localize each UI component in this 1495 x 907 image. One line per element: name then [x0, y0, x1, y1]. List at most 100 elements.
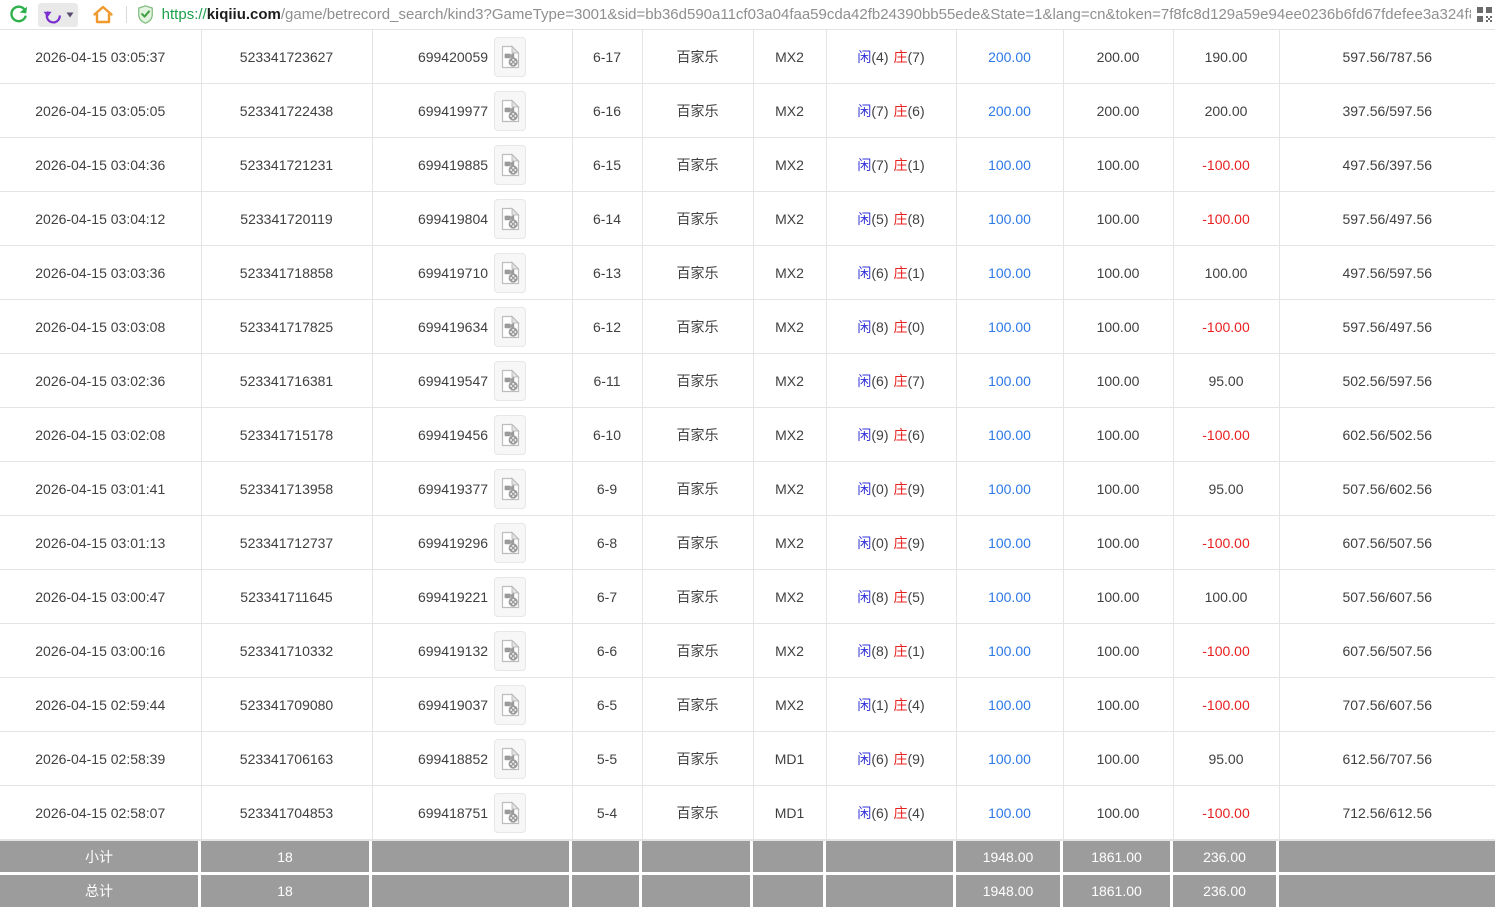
- shoe-round: 6-10: [572, 408, 642, 462]
- shoe-round: 6-6: [572, 624, 642, 678]
- player-label: 闲: [857, 265, 871, 281]
- round-id: 699419456: [418, 427, 488, 443]
- video-replay-button[interactable]: [494, 37, 526, 77]
- bet-id: 523341715178: [201, 408, 372, 462]
- bet-id: 523341713958: [201, 462, 372, 516]
- win-loss: 95.00: [1173, 462, 1279, 516]
- total-count: 18: [201, 875, 372, 907]
- video-replay-button[interactable]: [494, 631, 526, 671]
- browser-toolbar: https://kiqiiu.com/game/betrecord_search…: [0, 0, 1495, 30]
- player-label: 闲: [857, 103, 871, 119]
- home-button[interactable]: [90, 2, 116, 28]
- game-name: 百家乐: [642, 246, 753, 300]
- video-replay-button[interactable]: [494, 91, 526, 131]
- player-label: 闲: [857, 751, 871, 767]
- shoe-round: 6-14: [572, 192, 642, 246]
- bet-time: 2026-04-15 03:05:05: [0, 84, 201, 138]
- banker-label: 庄: [894, 805, 908, 821]
- total-row: 总计 18 1948.00 1861.00 236.00: [0, 875, 1495, 907]
- round-cell: 699418852: [372, 732, 572, 786]
- video-replay-button[interactable]: [494, 577, 526, 617]
- video-replay-icon: [501, 207, 520, 231]
- banker-points: (4): [908, 805, 925, 821]
- video-replay-icon: [501, 747, 520, 771]
- subtotal-valid: 1861.00: [1063, 841, 1173, 872]
- player-label: 闲: [857, 697, 871, 713]
- address-bar[interactable]: https://kiqiiu.com/game/betrecord_search…: [162, 6, 1471, 23]
- table-row: 2026-04-15 02:58:39 523341706163 6994188…: [0, 732, 1495, 786]
- player-label: 闲: [857, 49, 871, 65]
- video-replay-button[interactable]: [494, 361, 526, 401]
- video-replay-button[interactable]: [494, 307, 526, 347]
- valid-amount: 200.00: [1063, 84, 1173, 138]
- valid-amount: 100.00: [1063, 516, 1173, 570]
- bet-amount: 200.00: [956, 84, 1063, 138]
- banker-label: 庄: [894, 643, 908, 659]
- balance: 602.56/502.56: [1279, 408, 1495, 462]
- bet-id: 523341723627: [201, 30, 372, 84]
- bet-amount: 100.00: [956, 624, 1063, 678]
- round-cell: 699419377: [372, 462, 572, 516]
- reload-button[interactable]: [6, 2, 32, 28]
- balance: 507.56/602.56: [1279, 462, 1495, 516]
- video-replay-button[interactable]: [494, 199, 526, 239]
- player-label: 闲: [857, 319, 871, 335]
- undo-button[interactable]: [38, 3, 78, 27]
- bet-record-table: 2026-04-15 03:05:37 523341723627 6994200…: [0, 30, 1495, 840]
- balance: 597.56/497.56: [1279, 300, 1495, 354]
- total-label: 总计: [0, 875, 201, 907]
- table-code: MX2: [753, 354, 826, 408]
- round-id: 699418852: [418, 751, 488, 767]
- video-replay-button[interactable]: [494, 253, 526, 293]
- round-cell: 699419634: [372, 300, 572, 354]
- round-id: 699419221: [418, 589, 488, 605]
- video-replay-button[interactable]: [494, 523, 526, 563]
- balance: 397.56/597.56: [1279, 84, 1495, 138]
- bet-amount: 100.00: [956, 300, 1063, 354]
- valid-amount: 100.00: [1063, 786, 1173, 840]
- table-row: 2026-04-15 03:05:05 523341722438 6994199…: [0, 84, 1495, 138]
- bet-time: 2026-04-15 03:04:12: [0, 192, 201, 246]
- round-id: 699419377: [418, 481, 488, 497]
- banker-label: 庄: [894, 751, 908, 767]
- table-code: MX2: [753, 300, 826, 354]
- banker-label: 庄: [894, 103, 908, 119]
- table-row: 2026-04-15 03:01:13 523341712737 6994192…: [0, 516, 1495, 570]
- banker-points: (4): [908, 697, 925, 713]
- result-cell: 闲(8)庄(0): [826, 300, 956, 354]
- chevron-down-icon: [66, 12, 74, 18]
- bet-time: 2026-04-15 03:00:16: [0, 624, 201, 678]
- player-points: (6): [871, 805, 888, 821]
- qr-code-button[interactable]: [1475, 6, 1493, 24]
- video-replay-icon: [501, 45, 520, 69]
- bet-amount: 100.00: [956, 354, 1063, 408]
- banker-points: (0): [908, 319, 925, 335]
- game-name: 百家乐: [642, 732, 753, 786]
- table-code: MX2: [753, 246, 826, 300]
- video-replay-button[interactable]: [494, 469, 526, 509]
- video-replay-icon: [501, 531, 520, 555]
- banker-label: 庄: [894, 697, 908, 713]
- player-points: (5): [871, 211, 888, 227]
- result-cell: 闲(0)庄(9): [826, 516, 956, 570]
- banker-points: (9): [908, 751, 925, 767]
- table-row: 2026-04-15 02:58:07 523341704853 6994187…: [0, 786, 1495, 840]
- site-security-badge[interactable]: [137, 5, 155, 25]
- win-loss: 190.00: [1173, 30, 1279, 84]
- video-replay-button[interactable]: [494, 415, 526, 455]
- subtotal-bet: 1948.00: [956, 841, 1063, 872]
- bet-id: 523341706163: [201, 732, 372, 786]
- bet-amount: 100.00: [956, 516, 1063, 570]
- bet-amount: 100.00: [956, 138, 1063, 192]
- round-cell: 699419132: [372, 624, 572, 678]
- balance: 607.56/507.56: [1279, 516, 1495, 570]
- video-replay-button[interactable]: [494, 793, 526, 833]
- video-replay-icon: [501, 477, 520, 501]
- video-replay-button[interactable]: [494, 739, 526, 779]
- video-replay-button[interactable]: [494, 685, 526, 725]
- balance: 502.56/597.56: [1279, 354, 1495, 408]
- round-cell: 699418751: [372, 786, 572, 840]
- total-bet: 1948.00: [956, 875, 1063, 907]
- win-loss: 200.00: [1173, 84, 1279, 138]
- video-replay-button[interactable]: [494, 145, 526, 185]
